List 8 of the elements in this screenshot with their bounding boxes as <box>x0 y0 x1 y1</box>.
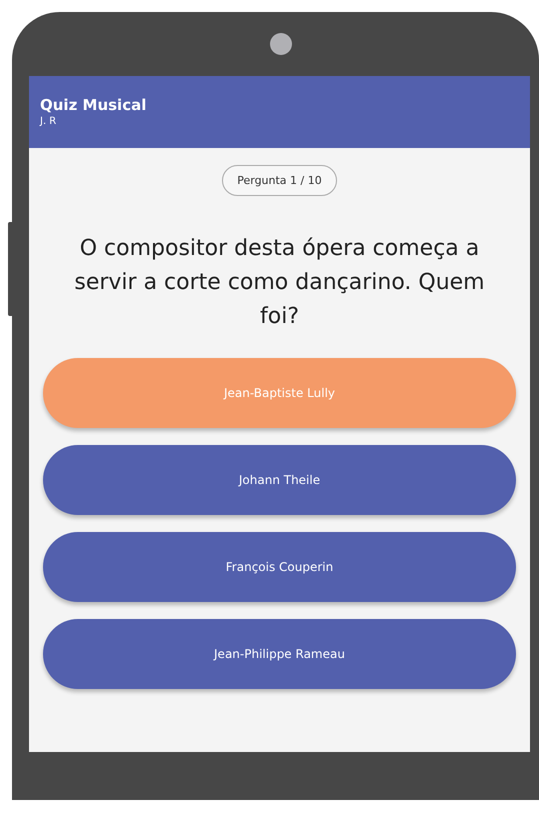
app-title: Quiz Musical <box>40 96 148 114</box>
camera-icon <box>270 33 292 55</box>
question-counter: Pergunta 1 / 10 <box>222 165 337 196</box>
answer-button[interactable]: Johann Theile <box>43 445 516 515</box>
question-text: O compositor desta ópera começa a servir a corte como dançarino. Quem foi? <box>73 235 486 331</box>
answer-button[interactable]: François Couperin <box>43 532 516 602</box>
answer-button[interactable]: Jean-Philippe Rameau <box>43 619 516 689</box>
app-subtitle: J. R <box>40 116 58 127</box>
